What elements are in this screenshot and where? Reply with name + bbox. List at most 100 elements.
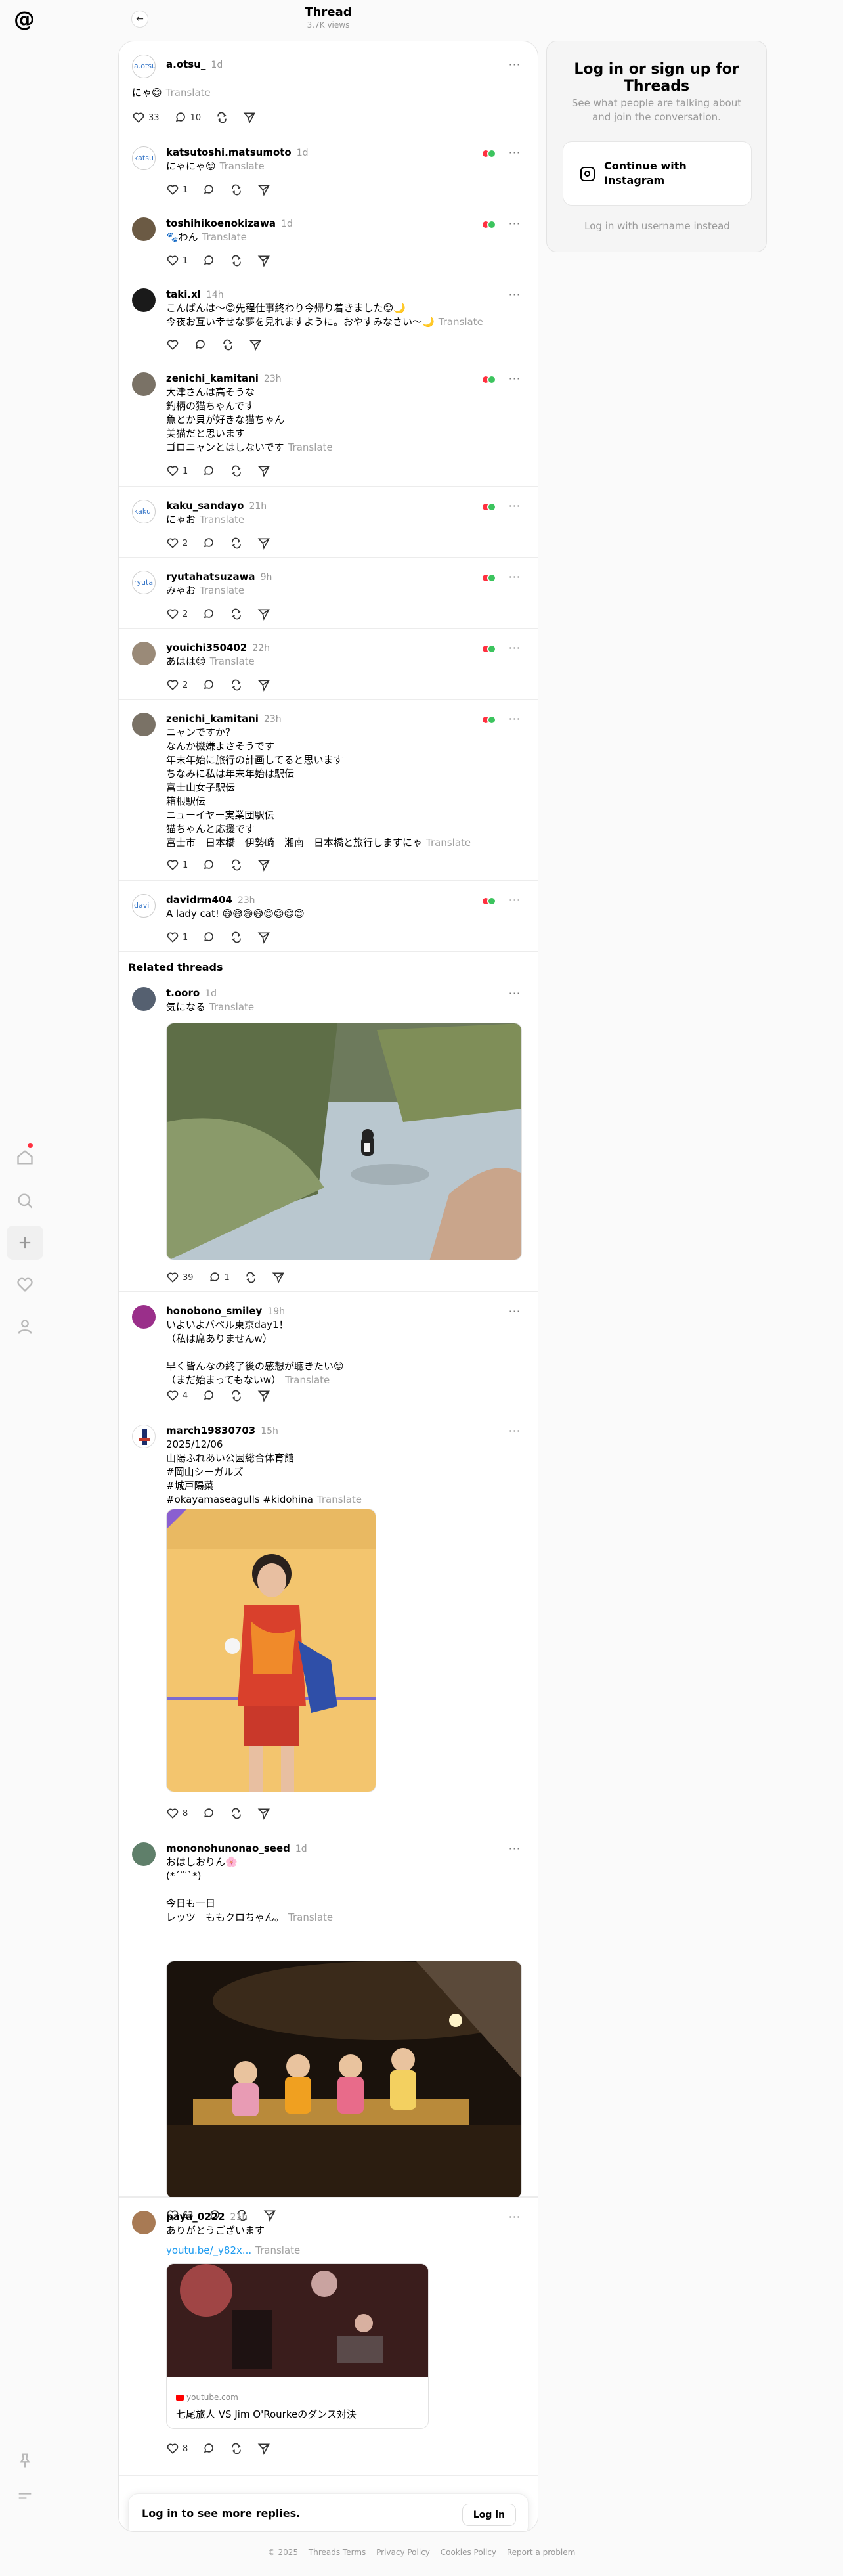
reply-button[interactable]: 1 (208, 1271, 230, 1284)
avatar[interactable] (132, 1425, 156, 1448)
menu-icon[interactable] (7, 2479, 43, 2513)
share-button[interactable] (257, 858, 270, 872)
reply-button[interactable] (202, 183, 215, 196)
translate-link[interactable]: Translate (439, 316, 483, 328)
avatar[interactable] (132, 1842, 156, 1866)
avatar[interactable] (132, 642, 156, 665)
avatar[interactable]: kaku (132, 500, 156, 523)
repost-button[interactable] (221, 338, 234, 351)
report-problem-link[interactable]: Report a problem (507, 2548, 575, 2557)
translate-link[interactable]: Translate (288, 1911, 333, 1923)
username[interactable]: kaku_sandayo (166, 500, 244, 512)
timestamp[interactable]: 9h (261, 572, 272, 583)
timestamp[interactable]: 21h (249, 501, 267, 512)
reply-button[interactable] (202, 931, 215, 944)
like-button[interactable]: 1 (166, 464, 188, 477)
more-options-icon[interactable]: ··· (509, 1425, 521, 1437)
translate-link[interactable]: Translate (209, 1001, 254, 1013)
search-icon[interactable] (7, 1184, 43, 1218)
more-options-icon[interactable]: ··· (509, 288, 521, 301)
like-button[interactable]: 2 (166, 608, 188, 621)
timestamp[interactable]: 15h (261, 1426, 278, 1436)
more-options-icon[interactable]: ··· (509, 372, 521, 385)
more-options-icon[interactable]: ··· (509, 500, 521, 512)
username[interactable]: youichi350402 (166, 642, 247, 654)
timestamp[interactable]: 22h (252, 643, 270, 654)
reply-button[interactable] (202, 858, 215, 872)
share-button[interactable] (257, 931, 270, 944)
repost-button[interactable] (244, 1271, 257, 1284)
translate-link[interactable]: Translate (210, 655, 255, 667)
repost-button[interactable] (230, 183, 243, 196)
profile-icon[interactable] (7, 1310, 43, 1344)
avatar[interactable]: katsu (132, 146, 156, 170)
cookies-link[interactable]: Cookies Policy (441, 2548, 496, 2557)
reply-button[interactable] (202, 1807, 215, 1820)
share-button[interactable] (257, 464, 270, 477)
timestamp[interactable]: 21h (230, 2212, 248, 2223)
repost-button[interactable] (230, 931, 243, 944)
repost-button[interactable] (230, 608, 243, 621)
reply-button[interactable]: 10 (174, 111, 201, 124)
avatar[interactable]: a.otsu_ (132, 55, 156, 78)
link-preview-card[interactable]: youtube.com 七尾旅人 VS Jim O'Rourkeのダンス対決 (166, 2263, 429, 2429)
username[interactable]: mononohunonao_seed (166, 1842, 290, 1854)
threads-logo-icon[interactable]: @ (13, 8, 35, 30)
timestamp[interactable]: 1d (297, 148, 309, 158)
avatar[interactable] (132, 372, 156, 396)
more-options-icon[interactable]: ··· (509, 1305, 521, 1318)
terms-link[interactable]: Threads Terms (309, 2548, 366, 2557)
privacy-link[interactable]: Privacy Policy (376, 2548, 430, 2557)
more-options-icon[interactable]: ··· (509, 713, 521, 725)
like-button[interactable] (166, 338, 179, 351)
like-button[interactable]: 1 (166, 858, 188, 872)
username[interactable]: ryutahatsuzawa (166, 571, 255, 583)
share-button[interactable] (257, 537, 270, 550)
avatar[interactable]: ryuta (132, 571, 156, 594)
avatar[interactable] (132, 713, 156, 736)
activity-icon[interactable] (7, 1268, 43, 1302)
repost-button[interactable] (230, 254, 243, 267)
reply-button[interactable] (202, 2442, 215, 2455)
share-button[interactable] (257, 254, 270, 267)
username[interactable]: zenichi_kamitani (166, 372, 259, 384)
translate-link[interactable]: Translate (220, 160, 265, 172)
share-button[interactable] (257, 2442, 270, 2455)
more-options-icon[interactable]: ··· (509, 2211, 521, 2223)
like-button[interactable]: 8 (166, 2442, 188, 2455)
username[interactable]: a.otsu_ (166, 58, 205, 70)
pin-icon[interactable] (7, 2443, 43, 2477)
login-button[interactable]: Log in (462, 2504, 516, 2526)
username[interactable]: t.ooro (166, 987, 200, 999)
translate-link[interactable]: Translate (200, 514, 244, 525)
timestamp[interactable]: 23h (264, 374, 282, 384)
timestamp[interactable]: 23h (264, 714, 282, 724)
reply-button[interactable] (202, 678, 215, 692)
translate-link[interactable]: Translate (202, 231, 247, 243)
share-button[interactable] (257, 678, 270, 692)
reply-button[interactable] (194, 338, 207, 351)
reply-button[interactable] (202, 608, 215, 621)
more-options-icon[interactable]: ··· (509, 146, 521, 159)
username[interactable]: taki.xl (166, 288, 201, 300)
username[interactable]: paya_0222 (166, 2211, 225, 2223)
share-button[interactable] (243, 111, 256, 124)
more-options-icon[interactable]: ··· (509, 571, 521, 583)
share-button[interactable] (257, 1389, 270, 1402)
like-button[interactable]: 2 (166, 537, 188, 550)
timestamp[interactable]: 1d (295, 1844, 307, 1854)
share-button[interactable] (257, 1807, 270, 1820)
translate-link[interactable]: Translate (317, 1494, 362, 1505)
repost-button[interactable] (230, 2442, 243, 2455)
repost-button[interactable] (230, 1389, 243, 1402)
repost-button[interactable] (230, 1807, 243, 1820)
post-image[interactable] (166, 1961, 522, 2198)
more-options-icon[interactable]: ··· (509, 894, 521, 906)
avatar[interactable] (132, 2211, 156, 2234)
timestamp[interactable]: 14h (206, 290, 224, 300)
more-options-icon[interactable]: ··· (509, 987, 521, 1000)
avatar[interactable] (132, 217, 156, 241)
translate-link[interactable]: Translate (200, 585, 244, 596)
username[interactable]: zenichi_kamitani (166, 713, 259, 724)
like-button[interactable]: 39 (166, 1271, 194, 1284)
